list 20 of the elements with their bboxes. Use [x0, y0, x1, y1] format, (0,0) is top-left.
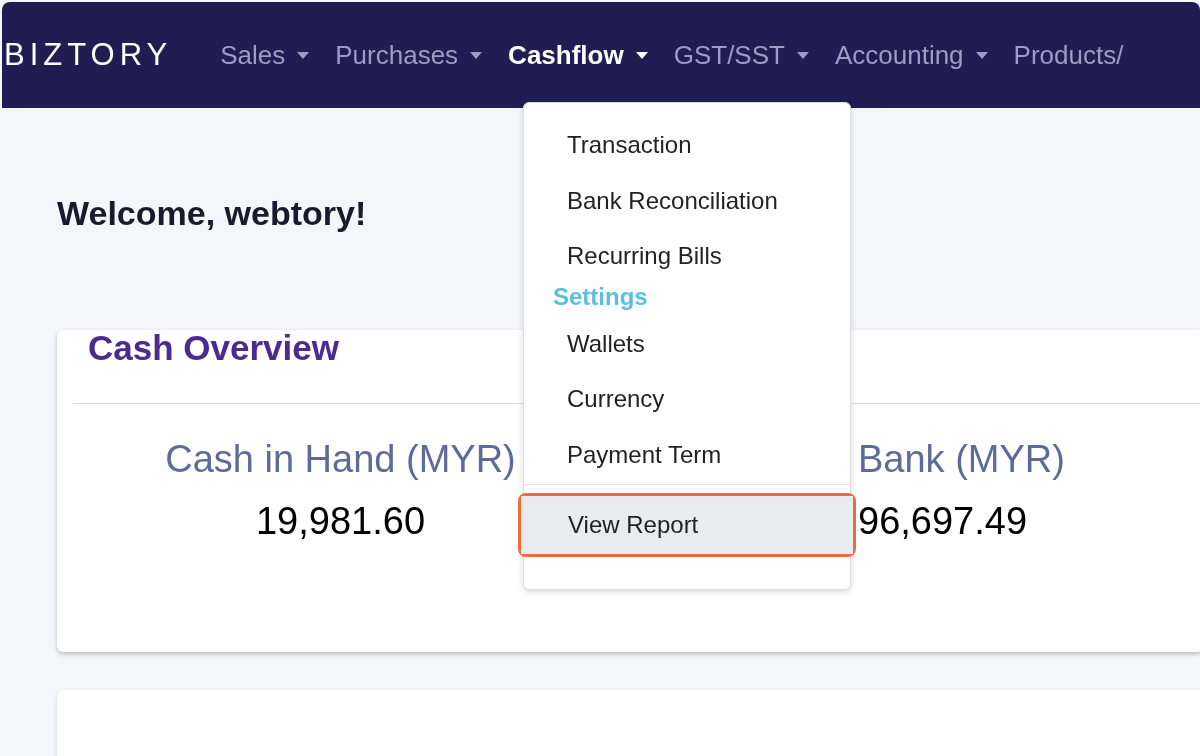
menu-item[interactable]: Wallets [524, 323, 850, 379]
stat-value: 19,981.60 [255, 502, 426, 540]
menu-item[interactable]: Payment Term [524, 434, 850, 490]
menu-section-header: Settings [552, 283, 649, 312]
nav-item[interactable]: Sales [220, 35, 310, 75]
nav-item[interactable]: Products/ [1013, 35, 1124, 75]
stat-label: Cash in Hand (MYR) [165, 440, 516, 478]
card-title: Cash Overview [88, 330, 339, 365]
nav-item[interactable]: Purchases [335, 35, 483, 75]
stat-value: 96,697.49 [858, 502, 1029, 540]
logo[interactable]: BIZTORY [4, 31, 173, 79]
menu-item[interactable]: Currency [524, 379, 850, 435]
nav-item[interactable]: Accounting [834, 35, 988, 75]
menu-item[interactable]: View Report [521, 496, 853, 554]
stat-label: Bank (MYR) [858, 440, 1065, 478]
nav-item[interactable]: GST/SST [673, 35, 809, 75]
menu-item[interactable]: Bank Reconciliation [524, 180, 850, 236]
nav-item[interactable]: Cashflow [508, 35, 648, 75]
welcome-heading: Welcome, webtory! [57, 196, 367, 230]
menu-item[interactable]: Transaction [524, 125, 850, 181]
